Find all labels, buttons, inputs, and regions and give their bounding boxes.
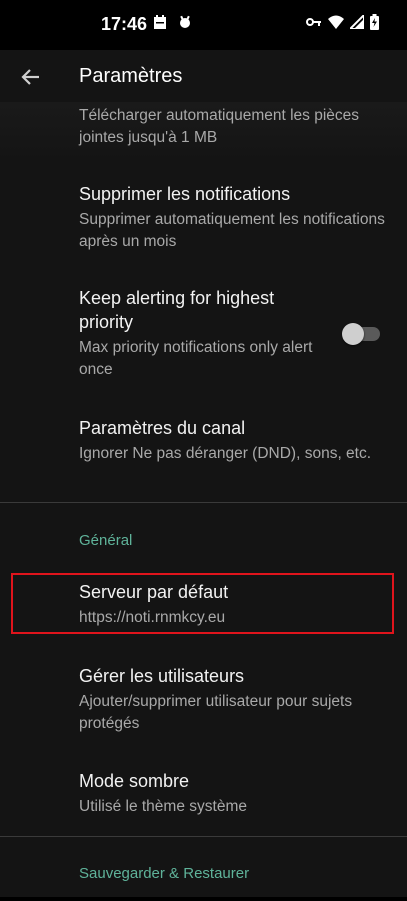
bug-icon: [177, 14, 193, 35]
page-title: Paramètres: [79, 65, 183, 87]
pref-delete-notifications-summary: Supprimer automatiquement les notificati…: [79, 211, 385, 250]
pref-channel-settings[interactable]: Paramètres du canal Ignorer Ne pas déran…: [0, 405, 407, 500]
pref-attachments[interactable]: Télécharger automatiquement les pièces j…: [0, 102, 407, 162]
pref-channel-title: Paramètres du canal: [79, 418, 246, 438]
status-time: 17:46: [101, 14, 148, 34]
pref-dark-mode[interactable]: Mode sombre Utilisé le thème système: [0, 760, 407, 825]
divider: [0, 502, 407, 503]
pref-dark-mode-title: Mode sombre: [79, 771, 190, 791]
app-bar: Paramètres: [0, 50, 407, 102]
status-bar: 17:46: [0, 0, 407, 50]
section-header-backup: Sauvegarder & Restaurer: [79, 865, 250, 882]
keep-alerting-toggle[interactable]: [342, 323, 380, 345]
pref-delete-notifications[interactable]: Supprimer les notifications Supprimer au…: [0, 170, 407, 260]
pref-manage-users[interactable]: Gérer les utilisateurs Ajouter/supprimer…: [0, 655, 407, 740]
section-header-general: Général: [79, 532, 133, 549]
pref-attachments-summary: Télécharger automatiquement les pièces j…: [79, 107, 360, 146]
back-arrow-icon[interactable]: [18, 64, 44, 90]
calendar-icon: [153, 14, 167, 35]
toggle-knob: [342, 323, 364, 345]
pref-delete-notifications-title: Supprimer les notifications: [79, 184, 291, 204]
highlight-box: [11, 573, 394, 634]
settings-screen: 17:46 Paramètres Télécharger automatique…: [0, 0, 407, 901]
pref-manage-users-summary: Ajouter/supprimer utilisateur pour sujet…: [79, 693, 353, 732]
pref-keep-alerting[interactable]: Keep alerting for highest priority Max p…: [0, 277, 407, 387]
divider: [0, 836, 407, 837]
battery-icon: [370, 14, 379, 35]
pref-dark-mode-summary: Utilisé le thème système: [79, 798, 247, 815]
pref-keep-alerting-title-line2: priority: [79, 312, 134, 332]
pref-keep-alerting-title-line1: Keep alerting for highest: [79, 288, 275, 308]
signal-icon: [347, 12, 365, 34]
navigation-bar: [0, 897, 407, 901]
pref-keep-alerting-summary: Max priority notifications only alert on…: [79, 339, 313, 378]
pref-manage-users-title: Gérer les utilisateurs: [79, 666, 245, 686]
key-icon: [306, 15, 322, 34]
pref-channel-summary: Ignorer Ne pas déranger (DND), sons, etc…: [79, 445, 372, 462]
wifi-icon: [328, 15, 344, 34]
